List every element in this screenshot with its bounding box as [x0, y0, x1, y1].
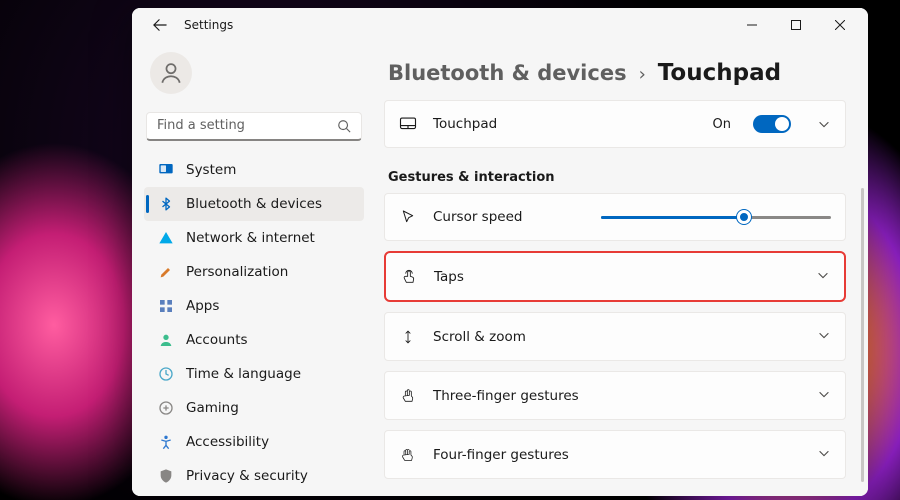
sidebar-item-privacy-security[interactable]: Privacy & security [144, 459, 364, 484]
scroll-icon [399, 328, 417, 346]
setting-row-four-finger-gestures[interactable]: Four-finger gestures [384, 430, 846, 479]
four-finger-icon [399, 446, 417, 464]
touchpad-toggle-card[interactable]: Touchpad On [384, 100, 846, 148]
sidebar-item-label: Network & internet [186, 230, 315, 246]
user-avatar[interactable] [150, 52, 192, 94]
chevron-down-icon [817, 386, 831, 405]
maximize-button[interactable] [774, 10, 818, 40]
toggle-state-label: On [713, 117, 731, 132]
sidebar-item-accessibility[interactable]: Accessibility [144, 425, 364, 459]
sidebar-item-network-internet[interactable]: Network & internet [144, 221, 364, 255]
touchpad-toggle-label: Touchpad [433, 116, 497, 132]
close-button[interactable] [818, 10, 862, 40]
sidebar-item-bluetooth-devices[interactable]: Bluetooth & devices [144, 187, 364, 221]
sidebar-item-label: Privacy & security [186, 468, 308, 484]
sidebar-item-label: Personalization [186, 264, 288, 280]
sidebar-item-time-language[interactable]: Time & language [144, 357, 364, 391]
setting-row-label: Scroll & zoom [433, 329, 526, 345]
paintbrush-icon [158, 264, 174, 280]
minimize-button[interactable] [730, 10, 774, 40]
search-field[interactable] [157, 118, 337, 133]
setting-row-label: Four-finger gestures [433, 447, 569, 463]
sidebar-item-label: System [186, 162, 236, 178]
setting-row-taps[interactable]: Taps [384, 251, 846, 302]
tap-icon [400, 268, 418, 286]
clock-globe-icon [158, 366, 174, 382]
setting-row-three-finger-gestures[interactable]: Three-finger gestures [384, 371, 846, 420]
gaming-icon [158, 400, 174, 416]
sidebar-item-personalization[interactable]: Personalization [144, 255, 364, 289]
sidebar-item-apps[interactable]: Apps [144, 289, 364, 323]
section-heading: Gestures & interaction [384, 154, 846, 193]
person-silhouette-icon [158, 60, 184, 86]
chevron-down-icon [817, 445, 831, 464]
person-icon [158, 332, 174, 348]
setting-row-scroll-zoom[interactable]: Scroll & zoom [384, 312, 846, 361]
settings-rows: Cursor speed Taps Scroll & zoom Three-finge… [384, 193, 846, 485]
search-icon [337, 119, 351, 133]
chevron-down-icon [817, 117, 831, 131]
content-pane: Bluetooth & devices › Touchpad Touchpad … [376, 42, 868, 496]
setting-row-label: Three-finger gestures [433, 388, 579, 404]
breadcrumb: Bluetooth & devices › Touchpad [384, 54, 846, 100]
touchpad-icon [399, 115, 417, 133]
chevron-down-icon [817, 327, 831, 346]
sidebar-item-label: Accounts [186, 332, 248, 348]
scrollbar[interactable] [861, 188, 864, 482]
apps-icon [158, 298, 174, 314]
maximize-icon [791, 20, 801, 30]
minimize-icon [747, 20, 757, 30]
sidebar-item-label: Accessibility [186, 434, 269, 450]
back-arrow-icon [153, 18, 167, 32]
shield-icon [158, 468, 174, 484]
search-input[interactable] [146, 112, 362, 141]
setting-row-cursor-speed[interactable]: Cursor speed [384, 193, 846, 241]
sidebar-item-label: Time & language [186, 366, 301, 382]
setting-row-label: Cursor speed [433, 209, 522, 225]
settings-window: Settings System Bluetooth & devices Networ… [132, 8, 868, 496]
breadcrumb-parent[interactable]: Bluetooth & devices [388, 61, 627, 85]
wifi-icon [158, 230, 174, 246]
bluetooth-icon [158, 196, 174, 212]
sidebar-item-accounts[interactable]: Accounts [144, 323, 364, 357]
window-title: Settings [184, 18, 233, 32]
cursor-icon [399, 208, 417, 226]
cursor-speed-slider[interactable] [601, 209, 831, 225]
sidebar-item-system[interactable]: System [144, 153, 364, 187]
chevron-down-icon [816, 267, 830, 286]
display-icon [158, 162, 174, 178]
sidebar-item-gaming[interactable]: Gaming [144, 391, 364, 425]
breadcrumb-separator-icon: › [639, 64, 646, 85]
close-icon [835, 20, 845, 30]
three-finger-icon [399, 387, 417, 405]
nav-list: System Bluetooth & devices Network & inter… [144, 149, 364, 484]
sidebar: System Bluetooth & devices Network & inter… [132, 42, 376, 496]
setting-row-label: Taps [434, 269, 464, 285]
breadcrumb-current: Touchpad [658, 60, 781, 86]
sidebar-item-label: Gaming [186, 400, 239, 416]
sidebar-item-label: Apps [186, 298, 219, 314]
titlebar: Settings [132, 8, 868, 42]
sidebar-item-label: Bluetooth & devices [186, 196, 322, 212]
touchpad-toggle-switch[interactable] [753, 115, 791, 133]
accessibility-icon [158, 434, 174, 450]
back-button[interactable] [146, 11, 174, 39]
